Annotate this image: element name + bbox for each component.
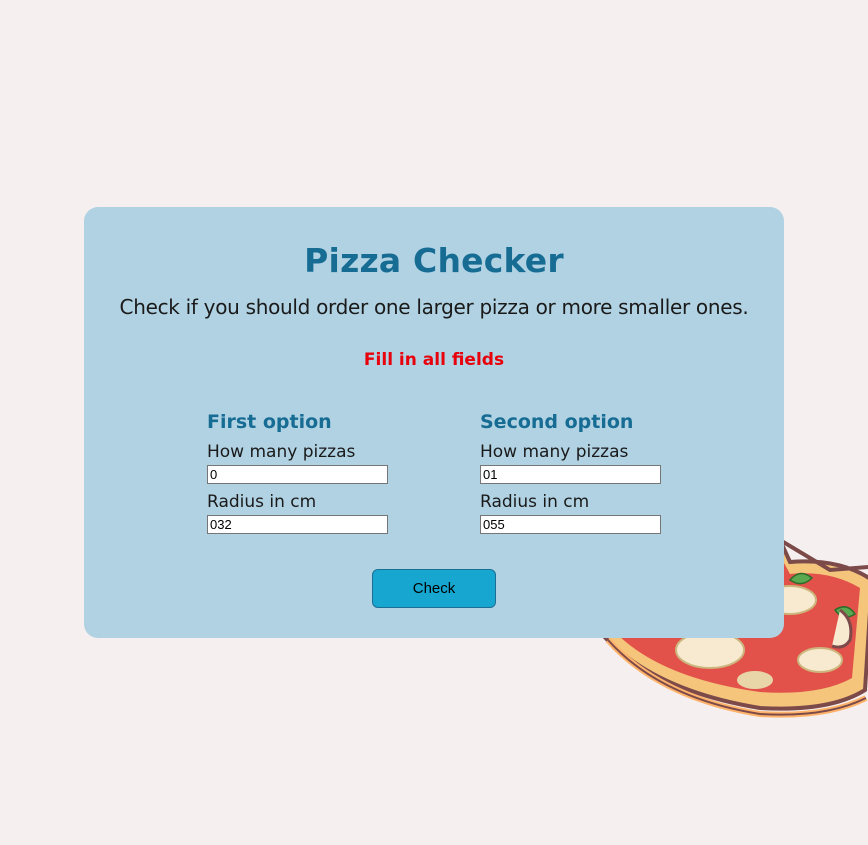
second-option-heading: Second option: [480, 411, 634, 433]
page: Pizza Checker Check if you should order …: [0, 0, 868, 845]
page-subtitle: Check if you should order one larger piz…: [119, 295, 749, 319]
first-count-label: How many pizzas: [207, 442, 356, 462]
first-radius-input[interactable]: [207, 515, 388, 534]
pizza-checker-card: Pizza Checker Check if you should order …: [84, 207, 784, 638]
second-radius-label: Radius in cm: [480, 492, 590, 512]
first-option-heading: First option: [207, 411, 332, 433]
error-message: Fill in all fields: [363, 350, 505, 370]
second-radius-input[interactable]: [480, 515, 661, 534]
first-radius-label: Radius in cm: [207, 492, 317, 512]
second-count-label: How many pizzas: [480, 442, 629, 462]
first-count-input[interactable]: [207, 465, 388, 484]
check-button[interactable]: Check: [372, 569, 496, 608]
second-option-group: Second option How many pizzas Radius in …: [480, 410, 680, 534]
page-title: Pizza Checker: [304, 241, 564, 280]
first-option-group: First option How many pizzas Radius in c…: [207, 410, 407, 534]
second-count-input[interactable]: [480, 465, 661, 484]
